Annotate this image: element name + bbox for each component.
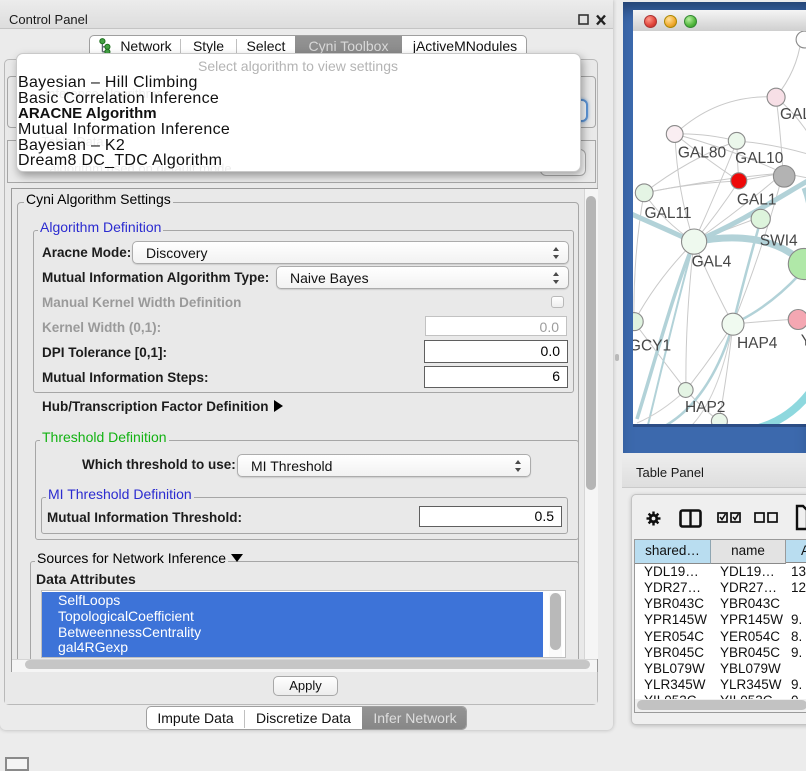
svg-text:GAL10: GAL10 [735, 150, 784, 167]
svg-text:Y: Y [801, 333, 806, 350]
svg-text:GCY1: GCY1 [633, 338, 671, 355]
svg-text:GAL2: GAL2 [780, 106, 806, 123]
svg-text:GAL4: GAL4 [692, 253, 732, 270]
svg-text:SWI4: SWI4 [760, 232, 798, 249]
svg-text:HAP2: HAP2 [685, 399, 726, 416]
svg-text:HAP4: HAP4 [737, 335, 778, 352]
svg-text:GAL1: GAL1 [737, 192, 777, 209]
svg-text:GAL80: GAL80 [678, 144, 727, 161]
svg-text:GAL11: GAL11 [644, 205, 691, 222]
